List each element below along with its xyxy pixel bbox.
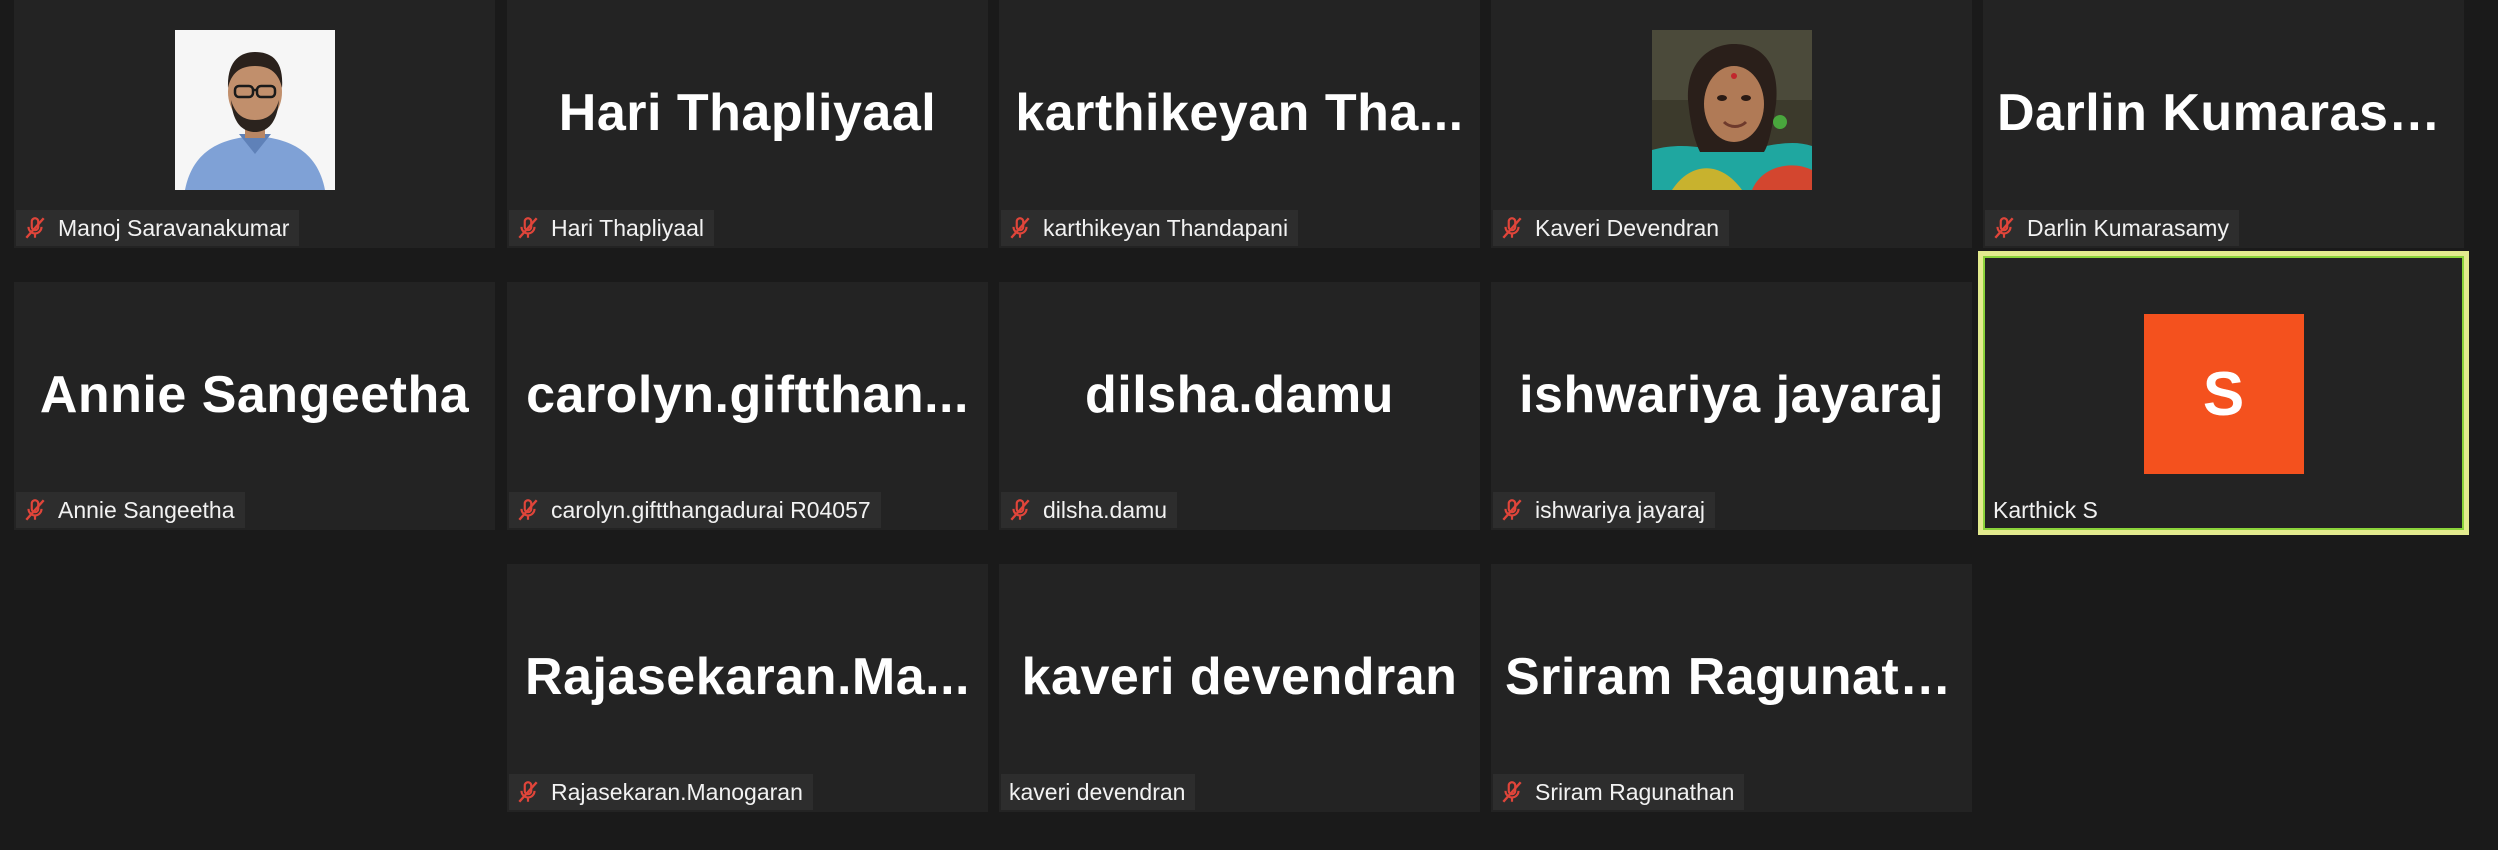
participant-display-name: Rajasekaran.Ma... <box>525 648 970 706</box>
participant-avatar: S <box>2143 314 2304 474</box>
participant-name: Rajasekaran.Manogaran <box>551 778 803 805</box>
participant-display-name: Hari Thapliyaal <box>558 84 937 142</box>
microphone-off-icon <box>1502 217 1522 239</box>
participant-name-label: Hari Thapliyaal <box>509 210 714 246</box>
participant-name-label: kaveri devendran <box>1001 774 1196 810</box>
microphone-off-icon <box>1010 217 1030 239</box>
participant-tile-manoj-saravanakumar[interactable]: Manoj Saravanakumar <box>14 0 495 248</box>
participant-tile-karthick-s[interactable]: S Karthick S <box>1978 251 2469 535</box>
participant-name: Sriram Ragunathan <box>1535 778 1735 805</box>
participant-photo <box>1651 30 1812 190</box>
participant-name-label: Annie Sangeetha <box>16 492 245 528</box>
microphone-off-icon <box>518 781 538 803</box>
participant-tile-hari-thapliyaal[interactable]: Hari Thapliyaal Hari Thapliyaal <box>507 0 988 248</box>
participant-name: Karthick S <box>1993 496 2098 523</box>
participant-name-label: karthikeyan Thandapani <box>1001 210 1299 246</box>
participant-name: Annie Sangeetha <box>58 496 235 523</box>
participant-tile-ishwariya-jayaraj[interactable]: ishwariya jayaraj ishwariya jayaraj <box>1491 282 1972 530</box>
participant-display-name: Sriram Ragunath... <box>1505 648 1958 706</box>
participant-name: kaveri devendran <box>1009 778 1186 805</box>
microphone-off-icon <box>1010 499 1030 521</box>
participant-display-name: ishwariya jayaraj <box>1519 366 1944 424</box>
participant-name-label: dilsha.damu <box>1001 492 1178 528</box>
microphone-off-icon <box>1502 499 1522 521</box>
participant-name: karthikeyan Thandapani <box>1043 214 1289 241</box>
participant-tile-dilsha-damu[interactable]: dilsha.damu dilsha.damu <box>999 282 1480 530</box>
participant-name-label: carolyn.giftthangadurai R04057 <box>509 492 881 528</box>
participant-tile-annie-sangeetha[interactable]: Annie Sangeetha Annie Sangeetha <box>14 282 495 530</box>
participant-tile-sriram-ragunathan[interactable]: Sriram Ragunath... Sriram Ragunathan <box>1491 564 1972 812</box>
participant-display-name: Annie Sangeetha <box>39 366 470 424</box>
microphone-off-icon <box>1994 217 2014 239</box>
participant-name: Darlin Kumarasamy <box>2027 214 2229 241</box>
participant-name-label: ishwariya jayaraj <box>1493 492 1716 528</box>
participant-tile-kaveri-devendran-2[interactable]: kaveri devendran kaveri devendran <box>999 564 1480 812</box>
participant-name-label: Darlin Kumarasamy <box>1985 210 2239 246</box>
participant-tile-darlin-kumarasamy[interactable]: Darlin Kumarasa... Darlin Kumarasamy <box>1983 0 2464 248</box>
participant-name-label: Karthick S <box>1985 492 2108 528</box>
microphone-off-icon <box>518 499 538 521</box>
participant-display-name: Darlin Kumarasa... <box>1997 84 2450 142</box>
microphone-off-icon <box>1502 781 1522 803</box>
participant-name: ishwariya jayaraj <box>1535 496 1706 523</box>
participant-name: Manoj Saravanakumar <box>58 214 290 241</box>
participant-display-name: kaveri devendran <box>1021 648 1458 706</box>
participant-tile-carolyn-giftthangadurai[interactable]: carolyn.giftthan... carolyn.giftthangadu… <box>507 282 988 530</box>
participant-display-name: dilsha.damu <box>1085 366 1394 424</box>
participant-name-label: Kaveri Devendran <box>1493 210 1730 246</box>
participant-name-label: Rajasekaran.Manogaran <box>509 774 813 810</box>
avatar-initial: S <box>2202 359 2245 429</box>
microphone-off-icon <box>25 499 45 521</box>
participant-display-name: karthikeyan Tha... <box>1015 84 1464 142</box>
participant-tile-kaveri-devendran[interactable]: Kaveri Devendran <box>1491 0 1972 248</box>
microphone-off-icon <box>518 217 538 239</box>
microphone-off-icon <box>25 217 45 239</box>
participant-name: carolyn.giftthangadurai R04057 <box>551 496 871 523</box>
participant-tile-rajasekaran-manogaran[interactable]: Rajasekaran.Ma... Rajasekaran.Manogaran <box>507 564 988 812</box>
participant-display-name: carolyn.giftthan... <box>526 366 969 424</box>
participant-photo <box>174 30 335 190</box>
participant-name-label: Sriram Ragunathan <box>1493 774 1745 810</box>
participant-tile-karthikeyan-thandapani[interactable]: karthikeyan Tha... karthikeyan Thandapan… <box>999 0 1480 248</box>
participant-name: dilsha.damu <box>1043 496 1168 523</box>
participant-name: Kaveri Devendran <box>1535 214 1720 241</box>
participant-name-label: Manoj Saravanakumar <box>16 210 300 246</box>
participant-name: Hari Thapliyaal <box>551 214 704 241</box>
